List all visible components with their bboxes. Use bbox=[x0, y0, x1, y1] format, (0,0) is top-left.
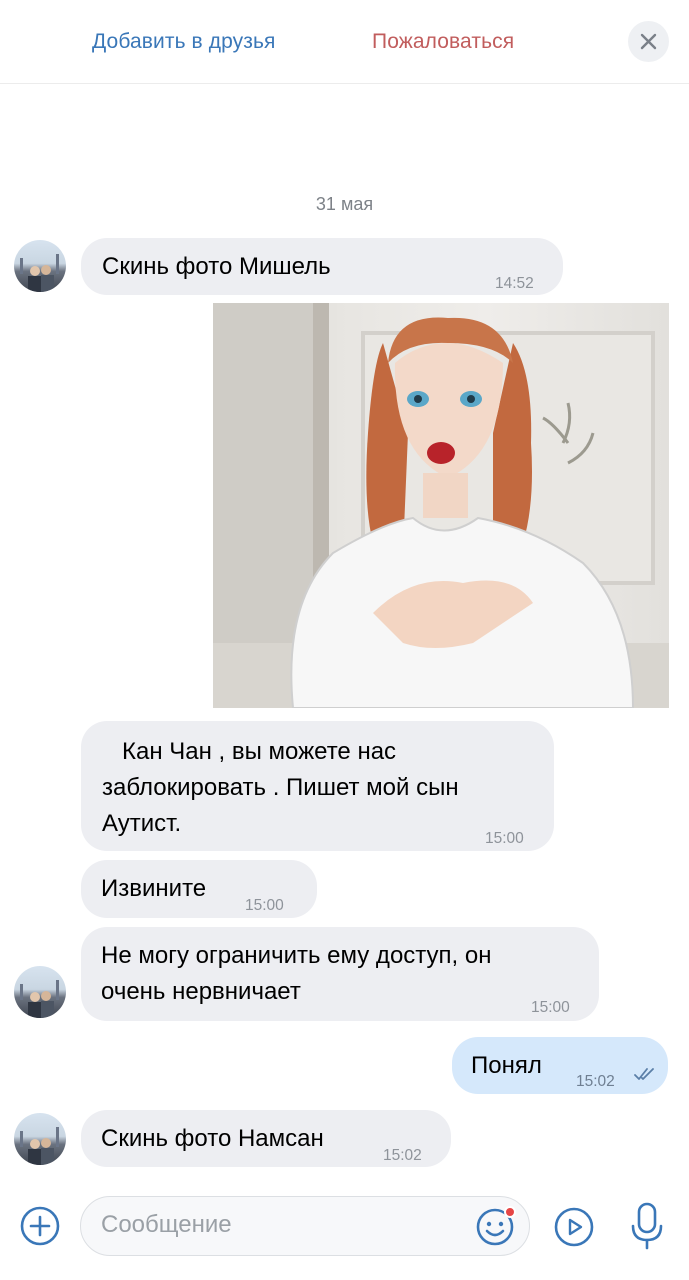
close-icon bbox=[640, 33, 657, 50]
video-message-button[interactable] bbox=[553, 1206, 595, 1248]
message-text-line: заблокировать . Пишет мой сын bbox=[102, 774, 459, 801]
message-time: 15:00 bbox=[531, 999, 570, 1016]
message-text: Скинь фото Мишель bbox=[102, 253, 331, 280]
add-friend-button[interactable]: Добавить в друзья bbox=[92, 30, 275, 54]
message-input[interactable]: Сообщение bbox=[80, 1196, 530, 1256]
avatar[interactable] bbox=[14, 1113, 66, 1165]
message-bubble[interactable]: Скинь фото Мишель 14:52 bbox=[81, 238, 563, 295]
message-text: Извините bbox=[101, 875, 207, 902]
microphone-icon bbox=[631, 1202, 663, 1250]
message-time: 15:02 bbox=[383, 1147, 422, 1164]
avatar[interactable] bbox=[14, 966, 66, 1018]
message-bubble[interactable]: Кан Чан , вы можете нас заблокировать . … bbox=[81, 721, 554, 851]
message-bubble-outgoing[interactable]: Понял 15:02 bbox=[452, 1037, 668, 1094]
voice-message-button[interactable] bbox=[628, 1201, 666, 1251]
date-separator: 31 мая bbox=[315, 194, 374, 214]
message-bubble[interactable]: Скинь фото Намсан 15:02 bbox=[81, 1110, 451, 1167]
message-text: Понял bbox=[471, 1052, 542, 1079]
avatar[interactable] bbox=[14, 240, 66, 292]
message-text-line: Не могу ограничить ему доступ, он bbox=[101, 942, 492, 969]
message-time: 14:52 bbox=[495, 275, 534, 292]
message-bubble[interactable]: Не могу ограничить ему доступ, он очень … bbox=[81, 927, 599, 1021]
photo-message[interactable] bbox=[213, 303, 669, 708]
plus-icon bbox=[20, 1206, 60, 1246]
close-button[interactable] bbox=[628, 21, 669, 62]
message-input-placeholder: Сообщение bbox=[101, 1211, 232, 1238]
message-text-line: Кан Чан , вы можете нас bbox=[102, 738, 397, 765]
message-time: 15:02 bbox=[576, 1073, 615, 1090]
message-text-line: Аутист. bbox=[102, 810, 182, 837]
message-time: 15:00 bbox=[245, 897, 284, 914]
attach-button[interactable] bbox=[19, 1205, 61, 1247]
message-text-line: очень нервничает bbox=[101, 978, 301, 1005]
message-bubble[interactable]: Извините 15:00 bbox=[81, 860, 317, 918]
video-message-icon bbox=[554, 1207, 594, 1247]
double-check-icon bbox=[634, 1068, 654, 1080]
emoji-icon bbox=[476, 1206, 516, 1246]
report-button[interactable]: Пожаловаться bbox=[372, 30, 514, 54]
message-time: 15:00 bbox=[485, 830, 524, 847]
emoji-button[interactable] bbox=[474, 1204, 518, 1248]
top-bar: Добавить в друзья Пожаловаться bbox=[0, 0, 689, 84]
message-text: Скинь фото Намсан bbox=[101, 1125, 324, 1152]
